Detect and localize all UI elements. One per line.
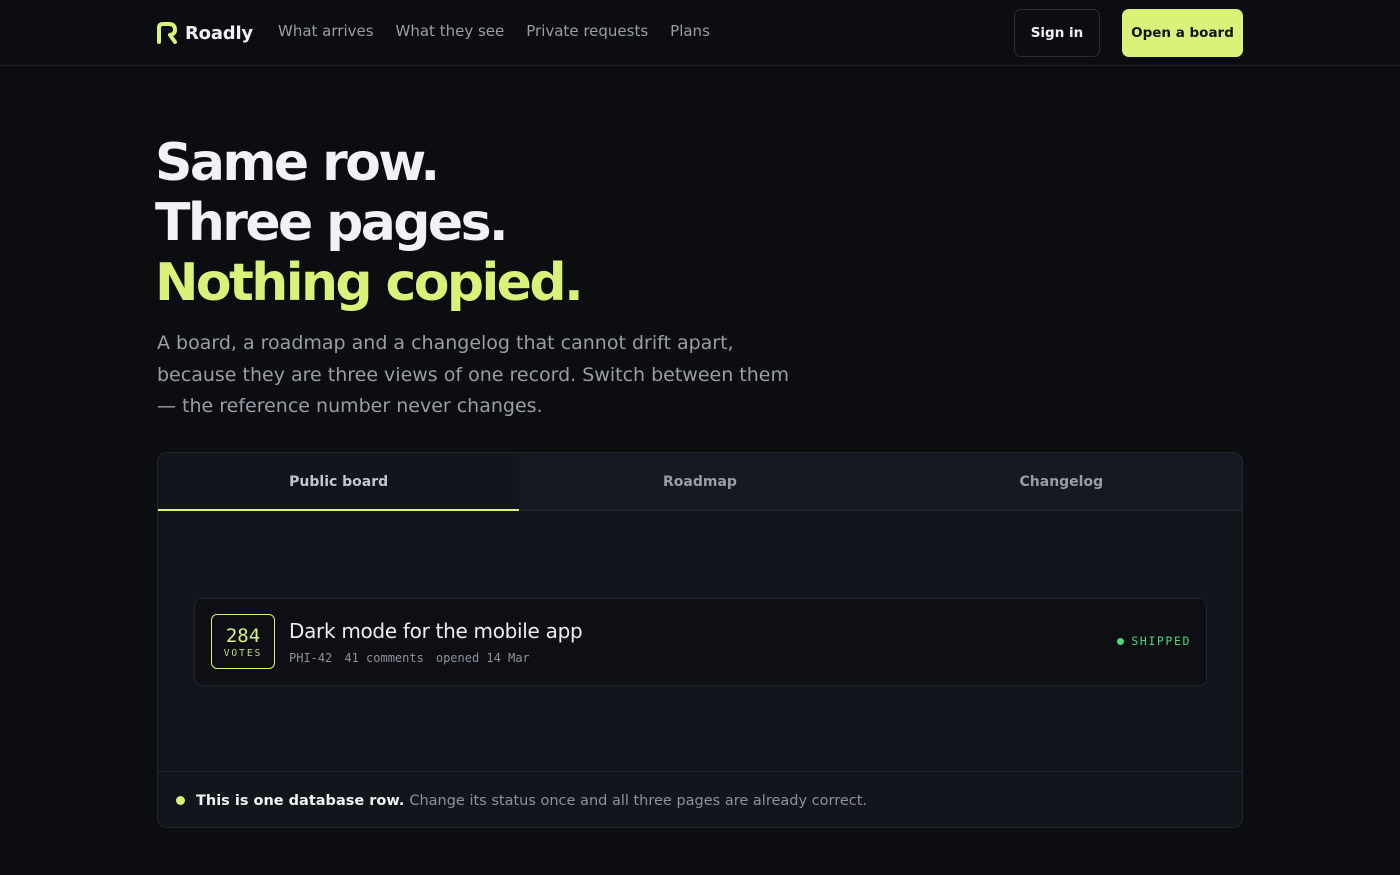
- main-nav: What arrives What they see Private reque…: [278, 22, 710, 40]
- reference-number: PHI-42: [289, 651, 333, 665]
- brand-name: Roadly: [185, 22, 253, 44]
- nav-link-what-they-see[interactable]: What they see: [396, 22, 505, 40]
- tab-public-board[interactable]: Public board: [158, 453, 520, 511]
- vote-count: 284: [225, 624, 261, 647]
- vote-label: VOTES: [223, 647, 263, 659]
- open-board-button[interactable]: Open a board: [1122, 9, 1243, 57]
- opened-date: opened 14 Mar: [435, 651, 530, 665]
- hero-headline: Same row. Three pages. Nothing copied.: [155, 133, 584, 313]
- request-meta: PHI-42 41 comments opened 14 Mar: [289, 651, 530, 665]
- view-switcher-panel: Public board Roadmap Changelog 284 VOTES…: [157, 452, 1243, 828]
- vote-counter[interactable]: 284 VOTES: [211, 614, 275, 669]
- footnote-emphasis: This is one database row.: [196, 792, 405, 809]
- view-tabs: Public board Roadmap Changelog: [158, 453, 1242, 511]
- headline-line-3: Nothing copied.: [155, 253, 584, 313]
- top-navigation-bar: Roadly What arrives What they see Privat…: [0, 0, 1400, 66]
- headline-line-2: Three pages.: [155, 193, 509, 253]
- tab-roadmap[interactable]: Roadmap: [519, 453, 881, 510]
- nav-link-private-requests[interactable]: Private requests: [526, 22, 648, 40]
- nav-link-plans[interactable]: Plans: [670, 22, 710, 40]
- status-badge: SHIPPED: [1117, 634, 1191, 648]
- sign-in-button[interactable]: Sign in: [1014, 9, 1100, 57]
- status-dot-icon: [1117, 637, 1125, 645]
- brand-logo-link[interactable]: Roadly: [157, 20, 253, 46]
- panel-footnote: This is one database row. Change its sta…: [158, 771, 1242, 827]
- comment-count: 41 comments: [344, 651, 424, 665]
- footnote-text: Change its status once and all three pag…: [409, 792, 868, 809]
- headline-line-1: Same row.: [155, 133, 440, 193]
- status-label: SHIPPED: [1131, 634, 1191, 648]
- hero-subtitle: A board, a roadmap and a changelog that …: [157, 332, 790, 417]
- roadly-logo-icon: [157, 22, 177, 44]
- request-card[interactable]: 284 VOTES Dark mode for the mobile app P…: [194, 598, 1207, 686]
- nav-link-what-arrives[interactable]: What arrives: [278, 22, 374, 40]
- request-title: Dark mode for the mobile app: [289, 619, 583, 643]
- tab-changelog[interactable]: Changelog: [880, 453, 1242, 510]
- footnote-dot-icon: [176, 796, 185, 805]
